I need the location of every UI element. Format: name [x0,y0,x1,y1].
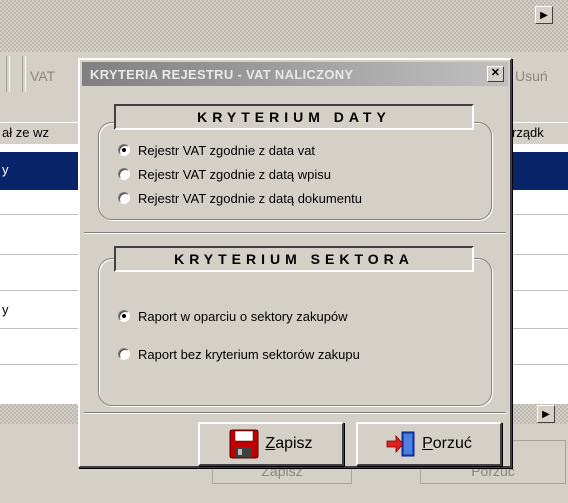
cancel-button[interactable]: Porzuć [356,422,502,466]
section-separator [84,232,506,234]
radio-date-vat[interactable]: Rejestr VAT zgodnie z data vat [118,140,488,160]
sector-radio-list: Raport w oparciu o sektory zakupów Rapor… [118,306,488,364]
radio-label: Rejestr VAT zgodnie z datą wpisu [138,166,331,182]
toolbar-vat-label[interactable]: VAT [30,68,55,84]
radio-label: Rejestr VAT zgodnie z datą dokumentu [138,190,363,206]
radio-button[interactable] [118,192,130,204]
arrow-right-icon: ▶ [542,408,550,420]
dialog-titlebar[interactable]: KRYTERIA REJESTRU - VAT NALICZONY ✕ [82,62,508,86]
column-header-left[interactable]: ał ze wz [2,125,49,140]
save-label: Zapisz [265,435,313,452]
background-window-top: ▶ [0,0,568,52]
radio-sector-purchases[interactable]: Raport w oparciu o sektory zakupów [118,306,488,326]
radio-button[interactable] [118,168,130,180]
arrow-right-icon: ▶ [540,9,548,21]
radio-selected-dot [122,148,126,152]
toolbar-divider [22,56,26,92]
cancel-label: Porzuć [422,435,472,452]
radio-label: Rejestr VAT zgodnie z data vat [138,142,316,158]
section-separator [84,412,506,414]
radio-date-entry[interactable]: Rejestr VAT zgodnie z datą wpisu [118,164,488,184]
radio-label: Raport bez kryterium sektorów zakupu [138,346,360,362]
radio-button[interactable] [118,144,130,156]
sector-criteria-caption: KRYTERIUM SEKTORA [114,246,474,272]
close-button[interactable]: ✕ [487,66,504,82]
table-row-text: y [2,162,9,177]
toolbar-delete-label[interactable]: Usuń [515,68,548,84]
criteria-dialog: KRYTERIA REJESTRU - VAT NALICZONY ✕ KRYT… [78,58,512,468]
radio-button[interactable] [118,348,130,360]
table-row-text: y [2,302,9,317]
radio-date-document[interactable]: Rejestr VAT zgodnie z datą dokumentu [118,188,488,208]
radio-selected-dot [122,314,126,318]
date-criteria-caption: KRYTERIUM DATY [114,104,474,130]
date-radio-list: Rejestr VAT zgodnie z data vat Rejestr V… [118,140,488,208]
radio-button[interactable] [118,310,130,322]
floppy-disk-icon [229,429,259,459]
scroll-right-button[interactable]: ▶ [535,6,553,24]
radio-label: Raport w oparciu o sektory zakupów [138,308,348,324]
save-button[interactable]: Zapisz [198,422,344,466]
radio-sector-none[interactable]: Raport bez kryterium sektorów zakupu [118,344,488,364]
close-icon: ✕ [490,67,501,79]
dialog-title: KRYTERIA REJESTRU - VAT NALICZONY [90,66,354,82]
toolbar-divider [6,56,10,92]
scroll-right-button[interactable]: ▶ [537,405,555,423]
exit-door-arrow-icon [386,431,415,457]
column-header-right[interactable]: rządk [512,125,544,140]
